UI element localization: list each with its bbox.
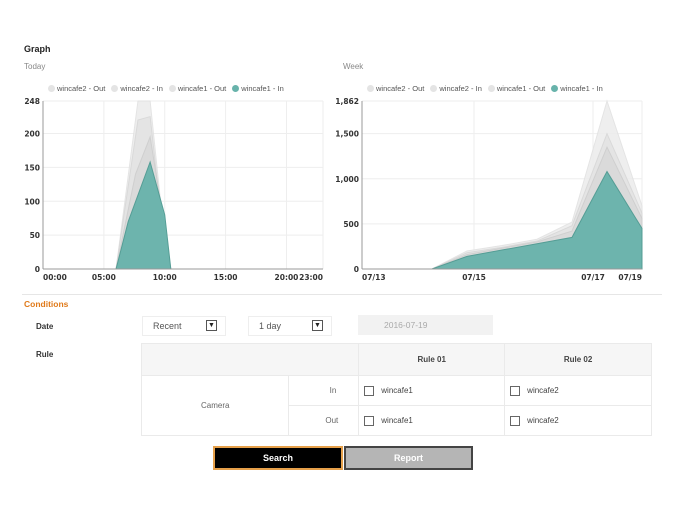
camera-cell: Camera <box>140 375 290 436</box>
y-tick-label: 1,500 <box>335 130 359 139</box>
out-rule1-cell: wincafe1 <box>358 405 506 436</box>
in-rule2-label: wincafe2 <box>527 385 559 395</box>
x-tick-label: 07/13 <box>362 273 386 282</box>
table-header-rule1: Rule 01 <box>358 343 506 376</box>
in-label: In <box>288 375 360 406</box>
x-tick-label: 07/15 <box>462 273 486 282</box>
out-label: Out <box>288 405 360 436</box>
range-select[interactable]: Recent ▼ <box>142 316 226 336</box>
x-tick-label: 07/19 <box>618 273 642 282</box>
range-select-value: Recent <box>153 321 182 331</box>
y-tick-label: 1,862 <box>335 97 359 106</box>
x-tick-label: 07/17 <box>581 273 605 282</box>
table-header-blank <box>140 343 360 376</box>
out-rule2-cell: wincafe2 <box>504 405 652 436</box>
y-tick-label: 500 <box>343 220 359 229</box>
out-rule1-checkbox[interactable] <box>364 415 375 426</box>
in-rule1-checkbox[interactable] <box>364 385 375 396</box>
out-rule2-label: wincafe2 <box>527 415 559 425</box>
series-area-wincafe1-in[interactable] <box>362 170 643 270</box>
y-tick-label: 1,000 <box>335 175 359 184</box>
out-rule2-checkbox[interactable] <box>510 415 521 426</box>
rule-label: Rule <box>36 350 54 359</box>
conditions-title: Conditions <box>24 299 69 309</box>
search-button[interactable]: Search <box>213 446 343 470</box>
period-select-value: 1 day <box>259 321 282 331</box>
table-header-rule2: Rule 02 <box>504 343 652 376</box>
report-button[interactable]: Report <box>344 446 473 470</box>
in-rule1-label: wincafe1 <box>381 385 413 395</box>
date-input[interactable]: 2016-07-19 <box>358 315 493 335</box>
in-rule1-cell: wincafe1 <box>358 375 506 406</box>
out-rule1-label: wincafe1 <box>381 415 413 425</box>
in-rule2-checkbox[interactable] <box>510 385 521 396</box>
chevron-down-icon: ▼ <box>312 320 323 331</box>
in-rule2-cell: wincafe2 <box>504 375 652 406</box>
date-label: Date <box>36 322 54 331</box>
divider <box>22 294 662 295</box>
chevron-down-icon: ▼ <box>206 320 217 331</box>
y-tick-label: 0 <box>354 265 359 274</box>
rule-table: Rule 01 Rule 02 Camera In wincafe1 winca… <box>140 343 652 436</box>
period-select[interactable]: 1 day ▼ <box>248 316 332 336</box>
week-chart: 0 500 1,000 1,500 1,862 07/13 07/15 07/17 07/19 <box>335 97 643 282</box>
